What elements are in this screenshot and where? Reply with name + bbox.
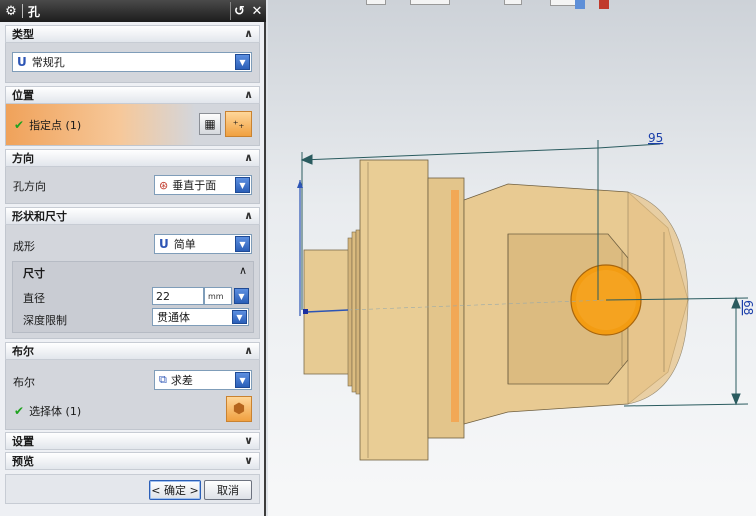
section-position-title: 位置 [12, 89, 34, 102]
chevron-up-icon[interactable]: ∧ [244, 88, 253, 101]
sketch-section-button[interactable]: ▦ [199, 113, 221, 135]
normal-to-face-icon: ⊛ [159, 178, 169, 192]
select-body-label: 选择体 (1) [29, 405, 82, 418]
depth-limit-value: 贯通体 [157, 311, 190, 324]
value-options-icon[interactable]: ▼ [234, 288, 249, 304]
dropdown-arrow-icon[interactable]: ▼ [232, 310, 247, 324]
boolean-value: 求差 [170, 374, 193, 387]
regular-hole-icon: U [17, 55, 27, 69]
section-position-header[interactable]: 位置 ∧ [5, 86, 260, 104]
dimensions-header: 尺寸 [23, 267, 45, 280]
checkmark-icon: ✔ [14, 404, 25, 418]
section-shape-body: 成形 U 简单 ▼ 尺寸 ∧ 直径 22 mm ▼ 深度限制 贯通体 ▼ [5, 225, 260, 339]
section-boolean-title: 布尔 [12, 345, 34, 358]
chevron-up-icon[interactable]: ∧ [239, 264, 247, 277]
titlebar-separator [22, 4, 23, 18]
section-settings-header[interactable]: 设置 ∨ [5, 432, 260, 450]
thread-ridge [355, 229, 361, 395]
depth-limit-select[interactable]: 贯通体 ▼ [152, 308, 249, 326]
section-preview-header[interactable]: 预览 ∨ [5, 452, 260, 470]
select-body-row[interactable]: ✔ 选择体 (1) [14, 403, 81, 419]
dialog-button-bar: < 确定 > 取消 [5, 474, 260, 504]
section-type-title: 类型 [12, 28, 34, 41]
viewport-footer [268, 494, 756, 516]
point-constructor-icon: ⁺₊ [232, 117, 245, 131]
hole-direction-select[interactable]: ⊛ 垂直于面 ▼ [154, 175, 252, 195]
dialog-title: 孔 [28, 4, 41, 19]
section-direction-header[interactable]: 方向 ∧ [5, 149, 260, 167]
hole-direction-value: 垂直于面 [172, 179, 217, 192]
section-type-body: U 常规孔 ▼ [5, 43, 260, 83]
select-body-button[interactable]: ⬢ [226, 396, 252, 422]
section-preview-title: 预览 [12, 455, 34, 468]
dialog-titlebar: ⚙ 孔 ↺ ✕ [0, 0, 266, 22]
diameter-value: 22 [156, 289, 170, 303]
diameter-input[interactable]: 22 [152, 287, 204, 305]
dimensions-group: 尺寸 ∧ 直径 22 mm ▼ 深度限制 贯通体 ▼ [12, 261, 254, 333]
specify-point-row[interactable]: ✔ 指定点 (1) [6, 104, 196, 145]
thread-ridge [347, 237, 353, 387]
section-shape-title: 形状和尺寸 [12, 210, 67, 223]
section-settings-title: 设置 [12, 435, 34, 448]
depth-limit-label: 深度限制 [23, 314, 67, 327]
graphics-viewport[interactable]: 95 68 [268, 0, 756, 516]
height-dimension-label[interactable]: 68 [741, 300, 755, 315]
diameter-unit[interactable]: mm [204, 287, 232, 305]
dropdown-arrow-icon[interactable]: ▼ [235, 236, 250, 252]
thread-ridge [351, 231, 357, 393]
close-icon[interactable]: ✕ [248, 2, 266, 20]
part-model [303, 159, 689, 461]
section-direction-body: 孔方向 ⊛ 垂直于面 ▼ [5, 167, 260, 204]
hole-dialog: ⚙ 孔 ↺ ✕ 类型 ∧ U 常规孔 ▼ 位置 ∧ ✔ 指定点 (1) ▦ ⁺₊ [0, 0, 266, 516]
sketch-icon: ▦ [204, 117, 216, 131]
ok-button[interactable]: < 确定 > [149, 480, 201, 500]
section-shape-header[interactable]: 形状和尺寸 ∧ [5, 207, 260, 225]
section-direction-title: 方向 [12, 152, 34, 165]
checkmark-icon: ✔ [14, 117, 25, 132]
chevron-up-icon[interactable]: ∧ [244, 27, 253, 40]
specify-point-label: 指定点 (1) [29, 118, 82, 132]
cancel-button[interactable]: 取消 [204, 480, 252, 500]
boolean-label: 布尔 [13, 376, 35, 389]
reset-icon[interactable]: ↺ [230, 2, 248, 20]
section-type-header[interactable]: 类型 ∧ [5, 25, 260, 43]
chevron-up-icon[interactable]: ∧ [244, 209, 253, 222]
ok-label: < 确定 > [151, 484, 199, 497]
chevron-up-icon[interactable]: ∧ [244, 151, 253, 164]
length-dimension-label[interactable]: 95 [648, 131, 663, 145]
chevron-down-icon[interactable]: ∨ [244, 434, 253, 447]
point-dialog-button[interactable]: ⁺₊ [225, 111, 252, 137]
form-label: 成形 [13, 240, 35, 253]
model-canvas[interactable]: 95 68 [268, 0, 756, 516]
dropdown-arrow-icon[interactable]: ▼ [235, 372, 250, 388]
section-boolean-body: 布尔 ⧉ 求差 ▼ ✔ 选择体 (1) ⬢ [5, 360, 260, 430]
hole-type-value: 常规孔 [31, 56, 65, 69]
section-position-body: ✔ 指定点 (1) ▦ ⁺₊ [5, 104, 260, 146]
section-boolean-header[interactable]: 布尔 ∧ [5, 342, 260, 360]
form-select[interactable]: U 简单 ▼ [154, 234, 252, 254]
dropdown-arrow-icon[interactable]: ▼ [235, 54, 250, 70]
subtract-icon: ⧉ [159, 373, 167, 386]
chevron-down-icon[interactable]: ∨ [244, 454, 253, 467]
chevron-up-icon[interactable]: ∧ [244, 344, 253, 357]
diameter-unit-value: mm [208, 291, 224, 301]
form-value: 简单 [173, 238, 196, 251]
hole-type-select[interactable]: U 常规孔 ▼ [12, 52, 252, 72]
hole-direction-label: 孔方向 [13, 180, 46, 193]
gear-icon[interactable]: ⚙ [2, 2, 20, 20]
boolean-select[interactable]: ⧉ 求差 ▼ [154, 370, 252, 390]
solid-body-icon: ⬢ [232, 401, 246, 417]
dropdown-arrow-icon[interactable]: ▼ [235, 177, 250, 193]
flange [359, 159, 429, 461]
diameter-label: 直径 [23, 292, 45, 305]
cancel-label: 取消 [217, 484, 239, 497]
simple-hole-icon: U [159, 237, 169, 251]
